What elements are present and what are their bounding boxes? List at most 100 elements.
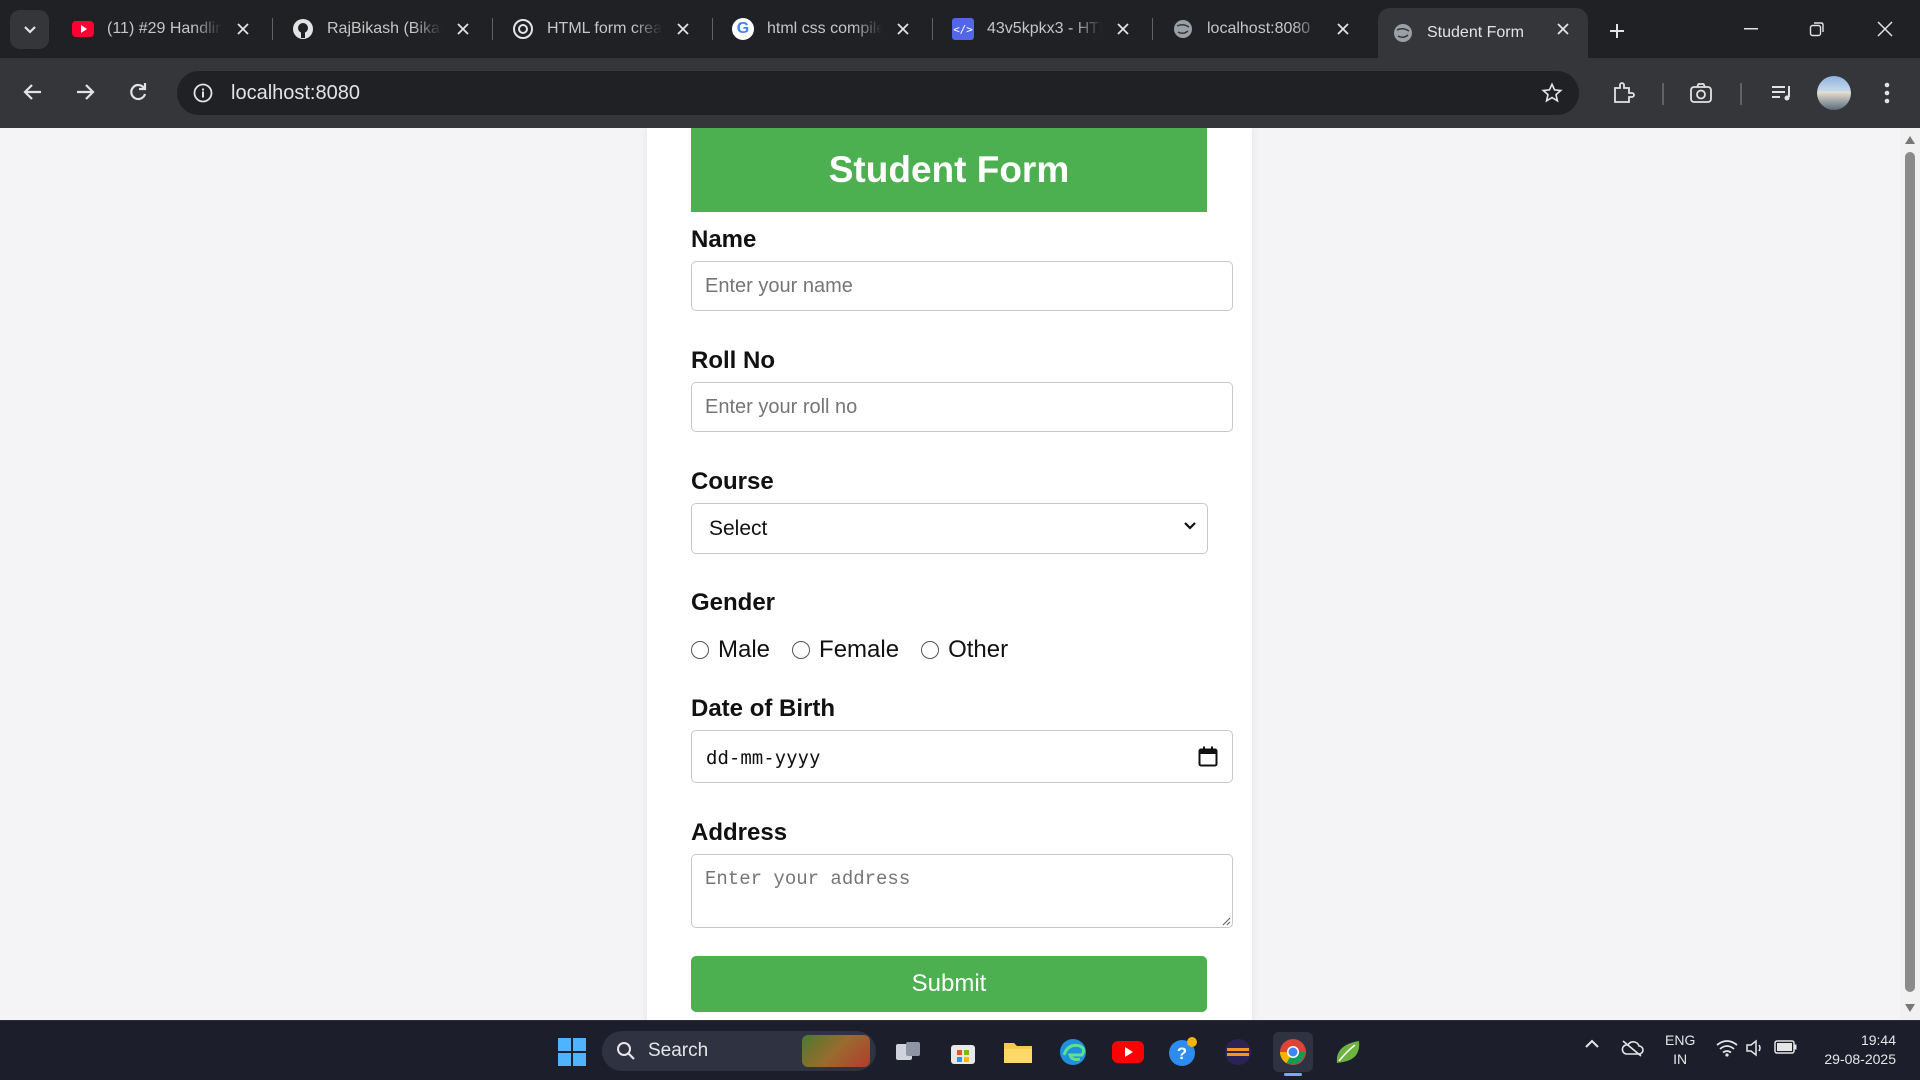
tab-google[interactable]: G html css compiler bbox=[718, 8, 928, 50]
tab-strip: (11) #29 Handling Forms RajBikash (Bikas… bbox=[0, 0, 1920, 58]
close-icon[interactable] bbox=[1332, 18, 1354, 40]
tab-youtube[interactable]: (11) #29 Handling Forms bbox=[58, 8, 268, 50]
task-view-icon bbox=[896, 1042, 920, 1060]
bookmark-star-icon[interactable] bbox=[1537, 78, 1567, 108]
radio-label: Other bbox=[948, 636, 1009, 663]
onedrive-tray-icon[interactable] bbox=[1620, 1039, 1644, 1057]
file-explorer-button[interactable] bbox=[998, 1032, 1038, 1072]
eclipse-ide-button[interactable] bbox=[1218, 1032, 1258, 1072]
address-bar[interactable]: localhost:8080 bbox=[177, 71, 1579, 115]
system-clock[interactable]: 19:44 29-08-2025 bbox=[1810, 1031, 1896, 1069]
gender-radio-other[interactable]: Other bbox=[921, 636, 1008, 664]
eclipse-icon bbox=[1225, 1039, 1251, 1065]
back-button[interactable] bbox=[13, 72, 53, 112]
tab-student-form[interactable]: Student Form bbox=[1378, 8, 1588, 58]
scroll-up-arrow[interactable] bbox=[1905, 136, 1915, 144]
restore-button[interactable] bbox=[1794, 10, 1840, 48]
page-viewport: Student Form Name Roll No Course Select … bbox=[0, 128, 1900, 1020]
tab-divider bbox=[492, 18, 493, 40]
windows-taskbar: Search ? ENG IN 19:44 29-08-2025 bbox=[0, 1020, 1920, 1080]
address-textarea[interactable] bbox=[691, 854, 1233, 928]
tab-localhost[interactable]: localhost:8080 bbox=[1158, 8, 1368, 50]
chrome-icon bbox=[1280, 1039, 1306, 1065]
clock-date: 29-08-2025 bbox=[1824, 1051, 1896, 1067]
dob-label: Date of Birth bbox=[691, 695, 835, 722]
chevron-up-icon bbox=[1585, 1039, 1599, 1048]
resize-grip-icon[interactable] bbox=[1221, 916, 1231, 926]
show-hidden-icons-button[interactable] bbox=[1584, 1039, 1600, 1049]
radio-circle[interactable] bbox=[921, 641, 940, 659]
chrome-button[interactable] bbox=[1273, 1032, 1313, 1072]
tab-divider bbox=[272, 18, 273, 40]
close-icon[interactable] bbox=[672, 18, 694, 40]
spring-tool-button[interactable] bbox=[1328, 1032, 1368, 1072]
task-view-button[interactable] bbox=[888, 1032, 928, 1072]
tab-code-editor[interactable]: </> 43v5kpkx3 - HTML bbox=[938, 8, 1148, 50]
close-icon[interactable] bbox=[452, 18, 474, 40]
page-scrollbar[interactable] bbox=[1900, 128, 1920, 1020]
browser-toolbar: localhost:8080 bbox=[0, 58, 1920, 128]
media-control-button[interactable] bbox=[1762, 73, 1802, 113]
language-indicator[interactable]: ENG IN bbox=[1665, 1031, 1695, 1069]
browser-menu-button[interactable] bbox=[1867, 73, 1907, 113]
start-button[interactable] bbox=[552, 1032, 592, 1072]
restore-icon bbox=[1809, 22, 1824, 37]
extensions-button[interactable] bbox=[1603, 73, 1643, 113]
tab-title: localhost:8080 bbox=[1207, 20, 1311, 37]
roll-no-label: Roll No bbox=[691, 347, 775, 374]
wifi-tray-icon[interactable] bbox=[1716, 1039, 1738, 1057]
reload-button[interactable] bbox=[118, 72, 158, 112]
gender-radio-female[interactable]: Female bbox=[792, 636, 899, 664]
profile-avatar[interactable] bbox=[1817, 76, 1851, 110]
close-icon[interactable] bbox=[1112, 18, 1134, 40]
new-tab-button[interactable] bbox=[1600, 14, 1634, 48]
tab-chatgpt[interactable]: HTML form creation bbox=[498, 8, 708, 50]
globe-icon bbox=[1392, 22, 1414, 44]
playlist-music-icon bbox=[1772, 86, 1790, 101]
screenshot-button[interactable] bbox=[1681, 73, 1721, 113]
roll-no-input[interactable] bbox=[691, 382, 1233, 432]
tab-search-button[interactable] bbox=[10, 10, 49, 49]
scrollbar-thumb[interactable] bbox=[1905, 152, 1915, 992]
scroll-down-arrow[interactable] bbox=[1905, 1004, 1915, 1012]
microsoft-store-button[interactable] bbox=[943, 1032, 983, 1072]
forward-button[interactable] bbox=[65, 72, 105, 112]
radio-circle[interactable] bbox=[691, 641, 709, 659]
tab-title: HTML form creation bbox=[547, 20, 662, 37]
submit-button[interactable]: Submit bbox=[691, 956, 1207, 1012]
close-icon[interactable] bbox=[232, 18, 254, 40]
url-text[interactable]: localhost:8080 bbox=[231, 82, 360, 105]
volume-tray-icon[interactable] bbox=[1745, 1039, 1765, 1057]
course-select[interactable]: Select bbox=[691, 503, 1208, 554]
calendar-icon[interactable] bbox=[1198, 746, 1218, 767]
course-selected-value: Select bbox=[709, 516, 768, 540]
minimize-button[interactable] bbox=[1728, 10, 1774, 48]
search-highlight-image bbox=[802, 1035, 870, 1067]
close-icon[interactable] bbox=[892, 18, 914, 40]
site-info-icon[interactable] bbox=[187, 77, 219, 109]
taskbar-search[interactable]: Search bbox=[602, 1031, 876, 1071]
tab-divider bbox=[932, 18, 933, 40]
tab-title: (11) #29 Handling Forms bbox=[107, 20, 222, 37]
chatgpt-icon bbox=[512, 18, 534, 40]
help-app-button[interactable]: ? bbox=[1163, 1032, 1203, 1072]
name-input[interactable] bbox=[691, 261, 1233, 311]
gender-radio-male[interactable]: Male bbox=[691, 636, 770, 664]
dob-placeholder: dd-mm-yyyy bbox=[706, 747, 821, 769]
radio-circle[interactable] bbox=[792, 641, 811, 659]
tab-github[interactable]: RajBikash (Bikash) bbox=[278, 8, 488, 50]
chevron-down-icon bbox=[23, 25, 36, 34]
youtube-app-button[interactable] bbox=[1108, 1032, 1148, 1072]
youtube-icon bbox=[1112, 1041, 1144, 1063]
dob-input[interactable]: dd-mm-yyyy bbox=[691, 730, 1233, 783]
clock-time: 19:44 bbox=[1860, 1032, 1896, 1048]
edge-browser-button[interactable] bbox=[1053, 1032, 1093, 1072]
battery-tray-icon[interactable] bbox=[1774, 1039, 1798, 1055]
region-code: IN bbox=[1673, 1051, 1688, 1067]
arrow-right-icon bbox=[77, 84, 95, 100]
tab-title: 43v5kpkx3 - HTML bbox=[987, 20, 1102, 37]
window-close-button[interactable] bbox=[1862, 10, 1908, 48]
code-icon: </> bbox=[952, 18, 974, 40]
close-icon[interactable] bbox=[1552, 18, 1574, 40]
google-icon: G bbox=[732, 18, 754, 40]
